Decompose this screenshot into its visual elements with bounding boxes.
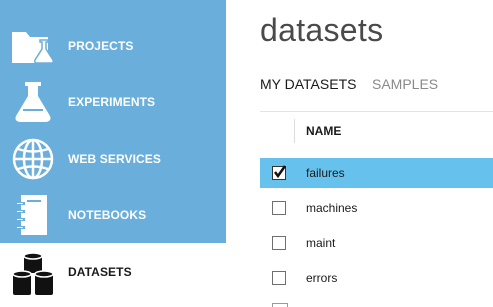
sidebar-item-web-services[interactable]: WEB SERVICES bbox=[0, 131, 226, 187]
notebook-icon bbox=[10, 192, 56, 238]
dataset-name: errors bbox=[306, 271, 338, 285]
column-header-name[interactable]: NAME bbox=[306, 124, 341, 138]
sidebar-item-notebooks[interactable]: NOTEBOOKS bbox=[0, 187, 226, 243]
row-checkbox[interactable] bbox=[272, 201, 286, 215]
datasets-cylinders-icon bbox=[10, 252, 56, 298]
tab-my-datasets[interactable]: MY DATASETS bbox=[260, 76, 356, 92]
table-row[interactable]: machines bbox=[260, 193, 493, 223]
tab-samples[interactable]: SAMPLES bbox=[372, 76, 438, 92]
sidebar-item-experiments[interactable]: EXPERIMENTS bbox=[0, 74, 226, 130]
table-header-divider bbox=[260, 111, 493, 112]
page-title: datasets bbox=[260, 12, 384, 48]
table-row[interactable]: maint bbox=[260, 228, 493, 258]
sidebar: PROJECTS EXPERIMENTS WEB SERVICES NOTEBO… bbox=[0, 0, 226, 307]
row-checkbox-partial bbox=[272, 303, 288, 307]
main-content: datasets MY DATASETS SAMPLES NAME failur… bbox=[226, 0, 493, 307]
sidebar-item-projects[interactable]: PROJECTS bbox=[0, 18, 226, 74]
sidebar-item-label: DATASETS bbox=[68, 265, 132, 279]
dataset-name: failures bbox=[306, 166, 345, 180]
projects-folder-flask-icon bbox=[10, 23, 56, 69]
sidebar-item-label: WEB SERVICES bbox=[68, 152, 161, 166]
table-row[interactable]: errors bbox=[260, 263, 493, 293]
sidebar-item-label: EXPERIMENTS bbox=[68, 95, 156, 109]
row-checkbox[interactable] bbox=[272, 165, 287, 180]
column-divider bbox=[294, 119, 295, 143]
sidebar-item-datasets[interactable]: DATASETS bbox=[0, 243, 226, 307]
flask-icon bbox=[10, 79, 56, 125]
dataset-name: machines bbox=[306, 201, 358, 215]
row-checkbox[interactable] bbox=[272, 236, 286, 250]
row-checkbox[interactable] bbox=[272, 271, 286, 285]
dataset-name: maint bbox=[306, 236, 336, 250]
table-row[interactable]: failures bbox=[260, 158, 493, 188]
sidebar-item-label: PROJECTS bbox=[68, 39, 134, 53]
globe-icon bbox=[10, 136, 56, 182]
sidebar-item-label: NOTEBOOKS bbox=[68, 208, 147, 222]
checkmark-icon bbox=[274, 165, 287, 179]
